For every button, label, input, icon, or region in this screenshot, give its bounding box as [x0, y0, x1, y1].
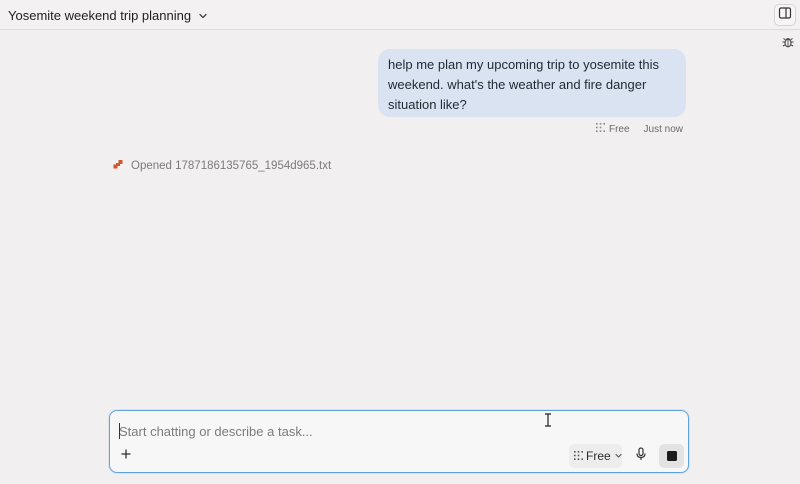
microphone-icon: [635, 446, 647, 466]
voice-input-button[interactable]: [632, 446, 650, 466]
user-message-text: help me plan my upcoming trip to yosemit…: [388, 57, 659, 112]
stop-icon: [666, 451, 677, 461]
app-window: Yosemite weekend trip planning help me p…: [0, 0, 800, 484]
add-attachment-button[interactable]: [118, 448, 134, 464]
chevron-down-icon[interactable]: [197, 9, 209, 21]
tool-activity-item[interactable]: Opened 1787186135765_1954d965.txt: [113, 159, 331, 173]
tool-activity-text: Opened 1787186135765_1954d965.txt: [131, 160, 332, 172]
model-grid-icon: [595, 123, 605, 135]
model-select-value: Free: [586, 449, 611, 463]
user-message-bubble: help me plan my upcoming trip to yosemit…: [378, 49, 686, 117]
plus-icon: [120, 447, 132, 465]
tool-activity-icon: [113, 159, 124, 173]
model-grid-icon: [574, 449, 583, 463]
model-select[interactable]: Free: [569, 444, 622, 468]
toggle-panel-button[interactable]: [774, 4, 796, 26]
bug-icon: [781, 35, 795, 54]
message-timestamp: Just now: [643, 123, 683, 135]
chat-composer: Free: [109, 410, 689, 473]
debug-button[interactable]: [780, 36, 796, 52]
sidebar-panel-icon: [778, 6, 792, 25]
header-bar: Yosemite weekend trip planning: [0, 0, 800, 30]
chat-input[interactable]: [119, 421, 659, 441]
message-model-label: Free: [608, 123, 630, 135]
chevron-down-icon: [614, 449, 623, 463]
message-meta: Free Just now: [595, 123, 683, 135]
text-cursor-pointer: [544, 413, 552, 427]
conversation-title[interactable]: Yosemite weekend trip planning: [8, 8, 191, 23]
stop-generation-button[interactable]: [659, 444, 684, 468]
conversation-title-menu[interactable]: Yosemite weekend trip planning: [8, 6, 209, 24]
text-caret: [119, 423, 120, 439]
